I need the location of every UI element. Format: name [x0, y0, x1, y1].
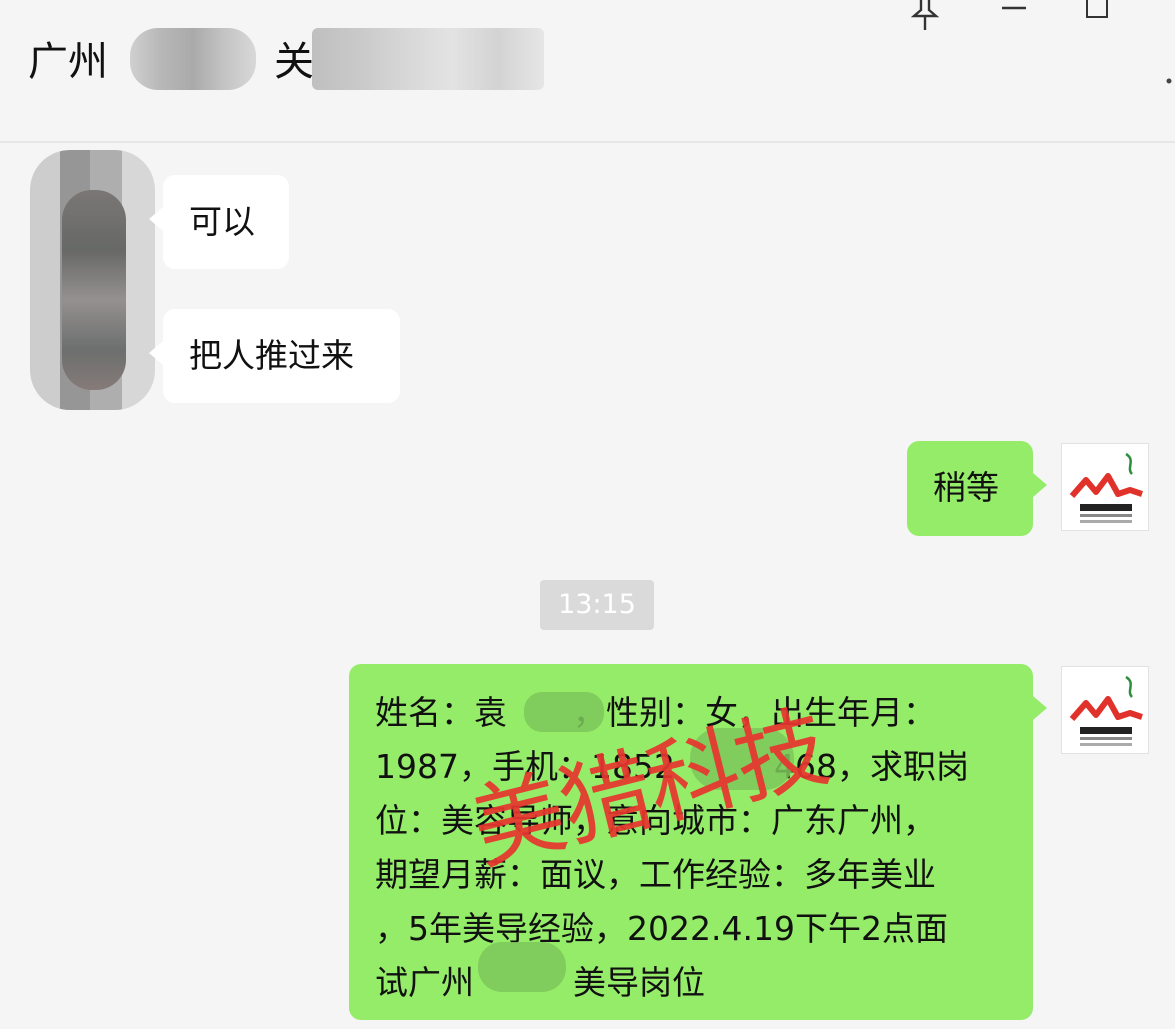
chat-header: 广州 关 [0, 0, 1175, 143]
redacted-name-1 [130, 28, 256, 90]
pin-icon[interactable] [908, 0, 942, 41]
message-bubble-left[interactable]: 把人推过来 [149, 309, 400, 403]
contact-avatar[interactable] [30, 150, 155, 410]
maximize-icon[interactable] [1086, 0, 1108, 18]
my-avatar[interactable] [1061, 666, 1149, 754]
minimize-icon[interactable] [1000, 0, 1030, 31]
more-icon[interactable] [1163, 60, 1175, 95]
timestamp: 13:15 [540, 580, 654, 630]
message-bubble-right[interactable]: 稍等 [907, 441, 1047, 536]
redacted-location [478, 942, 566, 992]
chat-title-part1: 广州 [28, 39, 108, 85]
message-line: 试广州 美导岗位 [375, 963, 705, 1002]
message-text: 稍等 [933, 468, 999, 507]
message-text: 可以 [189, 202, 255, 241]
chat-title-part2: 关 [274, 39, 314, 85]
brand-logo-icon [1069, 675, 1143, 746]
message-bubble-left[interactable]: 可以 [149, 175, 289, 269]
message-line: ，5年美导经验，2022.4.19下午2点面 [375, 909, 948, 948]
message-text: 把人推过来 [189, 336, 354, 375]
my-avatar[interactable] [1061, 443, 1149, 531]
brand-logo-icon [1069, 452, 1143, 523]
redacted-name-2 [312, 28, 544, 90]
redacted-surname [524, 692, 604, 732]
